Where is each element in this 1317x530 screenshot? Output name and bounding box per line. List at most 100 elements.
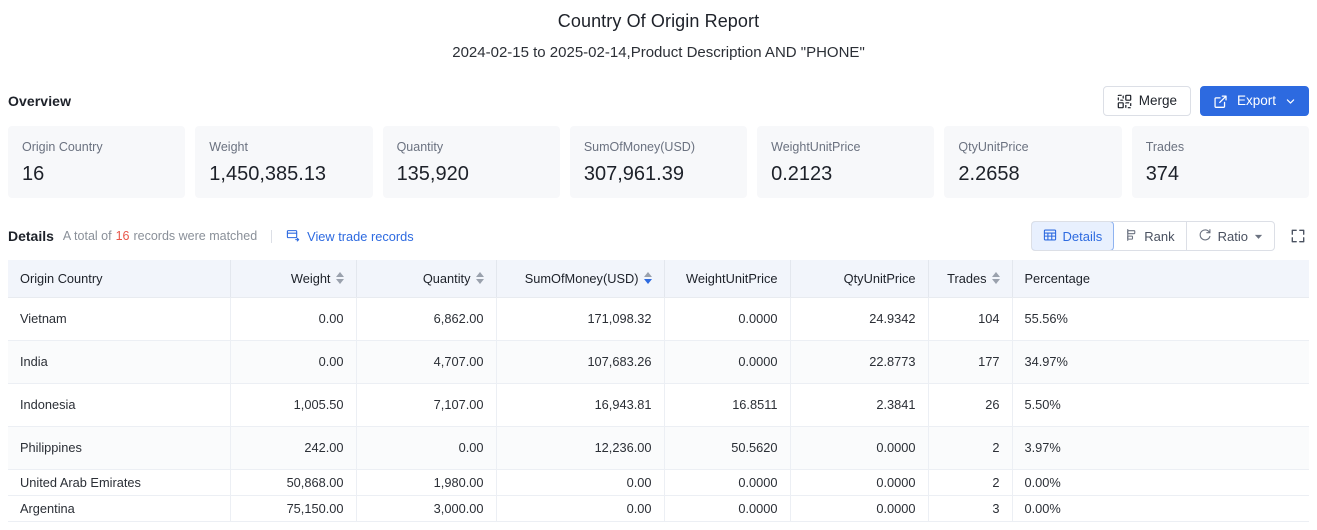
card-label: WeightUnitPrice [771,140,861,154]
cell-weightunitprice: 0.0000 [664,495,791,522]
col-label: SumOfMoney(USD) [524,270,639,286]
col-label: Origin Country [20,270,103,286]
chevron-down-icon [1285,96,1296,107]
page-title: Country Of Origin Report [557,11,760,31]
overview-card: Origin Country 16 [8,126,186,198]
trade-records-icon [286,228,300,245]
cell-weightunitprice: 0.0000 [664,469,791,496]
col-label: WeightUnitPrice [685,270,778,286]
records-matched-suffix: records were matched [133,229,258,243]
table-grid-icon [1043,228,1057,245]
col-label: Quantity [422,270,471,286]
cell-sumofmoney: 0.00 [496,469,665,496]
col-quantity[interactable]: Quantity [356,260,497,298]
card-label: Trades [1145,140,1185,154]
table-header-row: Origin Country Weight Quantity SumOfMone… [8,260,1309,298]
fullscreen-button[interactable] [1287,225,1309,247]
tab-ratio[interactable]: Ratio [1187,222,1274,250]
overview-label: Overview [8,93,72,109]
cell-weight: 50,868.00 [230,469,357,496]
cell-trades: 2 [928,426,1013,470]
table-header: Origin Country Weight Quantity SumOfMone… [8,260,1309,298]
col-label: Weight [290,270,331,286]
cell-weight: 242.00 [230,426,357,470]
merge-button-label: Merge [1138,93,1177,109]
cell-sumofmoney: 12,236.00 [496,426,665,470]
cell-sumofmoney: 16,943.81 [496,383,665,427]
table-row[interactable]: Argentina 75,150.00 3,000.00 0.00 0.0000… [8,495,1309,522]
col-label: Trades [947,270,987,286]
cell-weightunitprice: 50.5620 [664,426,791,470]
col-origin-country[interactable]: Origin Country [8,260,231,298]
cell-percentage: 34.97% [1012,340,1309,384]
cell-qtyunitprice: 2.3841 [790,383,929,427]
table-row[interactable]: United Arab Emirates 50,868.00 1,980.00 … [8,469,1309,496]
col-trades[interactable]: Trades [928,260,1013,298]
card-label: Origin Country [22,140,103,154]
cell-percentage: 3.97% [1012,426,1309,470]
card-value: 1,450,385.13 [209,163,327,185]
overview-card: Trades 374 [1131,126,1309,198]
view-trade-records-label: View trade records [307,228,414,244]
cell-origin-country: Vietnam [8,297,231,341]
tab-details[interactable]: Details [1031,222,1115,250]
cell-trades: 2 [928,469,1013,496]
sort-toggle-icon[interactable] [335,272,344,285]
merge-icon [1117,94,1132,109]
card-label: SumOfMoney(USD) [583,140,695,154]
cell-qtyunitprice: 22.8773 [790,340,929,384]
details-header: Details A total of 16 records were matched… [8,220,1309,252]
merge-button[interactable]: Merge [1102,86,1191,116]
export-button-label: Export [1236,93,1276,109]
overview-card: Weight 1,450,385.13 [195,126,373,198]
table-row[interactable]: Indonesia 1,005.50 7,107.00 16,943.81 16… [8,383,1309,427]
export-button[interactable]: Export [1199,86,1309,116]
col-weightunitprice[interactable]: WeightUnitPrice [664,260,791,298]
cell-quantity: 4,707.00 [356,340,497,384]
records-count: 16 [115,229,130,243]
cell-trades: 26 [928,383,1013,427]
card-label: Quantity [396,140,444,154]
cell-weight: 75,150.00 [230,495,357,522]
ratio-circle-icon [1198,228,1212,245]
col-sumofmoney[interactable]: SumOfMoney(USD) [496,260,665,298]
col-qtyunitprice[interactable]: QtyUnitPrice [790,260,929,298]
cell-percentage: 0.00% [1012,495,1309,522]
cell-qtyunitprice: 0.0000 [790,495,929,522]
col-percentage[interactable]: Percentage [1012,260,1309,298]
col-label: Percentage [1024,270,1090,286]
external-link-icon [1213,94,1228,109]
tab-details-label: Details [1062,228,1103,244]
col-weight[interactable]: Weight [230,260,357,298]
cell-origin-country: India [8,340,231,384]
view-trade-records-link[interactable]: View trade records [286,228,414,245]
cell-qtyunitprice: 0.0000 [790,426,929,470]
cell-percentage: 55.56% [1012,297,1309,341]
caret-down-icon [1254,229,1263,244]
card-value: 307,961.39 [583,163,684,185]
details-header-left: Details A total of 16 records were matched… [8,228,414,245]
cell-weight: 0.00 [230,297,357,341]
card-value: 16 [22,163,45,185]
table-row[interactable]: India 0.00 4,707.00 107,683.26 0.0000 22… [8,340,1309,384]
records-matched-prefix: A total of [62,229,112,243]
cell-origin-country: United Arab Emirates [8,469,231,496]
cell-quantity: 1,980.00 [356,469,497,496]
details-label: Details [8,228,54,244]
sort-toggle-icon[interactable] [643,272,652,285]
table-row[interactable]: Philippines 242.00 0.00 12,236.00 50.562… [8,426,1309,470]
cell-sumofmoney: 107,683.26 [496,340,665,384]
cell-qtyunitprice: 0.0000 [790,469,929,496]
sort-toggle-icon[interactable] [475,272,484,285]
cell-trades: 177 [928,340,1013,384]
table-row[interactable]: Vietnam 0.00 6,862.00 171,098.32 0.0000 … [8,297,1309,341]
cell-trades: 3 [928,495,1013,522]
sort-toggle-icon[interactable] [991,272,1000,285]
cell-weightunitprice: 0.0000 [664,340,791,384]
cell-origin-country: Argentina [8,495,231,522]
card-value: 374 [1145,163,1180,185]
tab-rank[interactable]: Rank [1113,222,1187,250]
card-label: QtyUnitPrice [958,140,1029,154]
overview-card: SumOfMoney(USD) 307,961.39 [569,126,748,198]
cell-weightunitprice: 16.8511 [664,383,791,427]
